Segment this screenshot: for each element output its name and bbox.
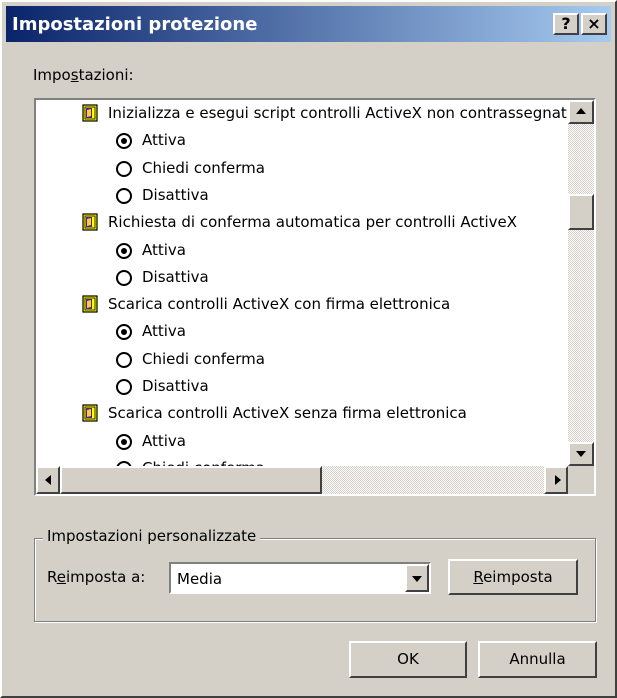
horizontal-scroll-thumb[interactable] xyxy=(60,466,322,494)
option-label: Attiva xyxy=(142,431,186,450)
option-label: Attiva xyxy=(142,240,186,259)
custom-settings-title: Impostazioni personalizzate xyxy=(43,527,261,545)
setting-label: Inizializza e esegui script controlli Ac… xyxy=(108,104,568,122)
cancel-button[interactable]: Annulla xyxy=(478,641,597,678)
security-setting-icon xyxy=(82,213,98,231)
scroll-right-button[interactable] xyxy=(544,466,568,494)
title-bar: Impostazioni protezione ? × xyxy=(6,6,611,42)
arrow-left-icon xyxy=(45,475,51,485)
reset-level-dropdown[interactable]: Media xyxy=(169,562,431,594)
setting-label: Richiesta di conferma automatica per con… xyxy=(108,213,518,232)
radio-dot xyxy=(121,329,127,336)
setting-label: Scarica controlli ActiveX senza firma el… xyxy=(108,404,467,423)
dropdown-button[interactable] xyxy=(405,564,429,592)
security-setting-icon xyxy=(82,295,98,313)
radio-unchecked-icon[interactable] xyxy=(116,379,132,395)
radio-unchecked-icon[interactable] xyxy=(116,269,132,286)
ok-button[interactable]: OK xyxy=(349,641,467,678)
settings-label: Impostazioni: xyxy=(33,66,134,84)
radio-dot xyxy=(121,247,127,254)
radio-unchecked-icon[interactable] xyxy=(116,351,132,368)
security-setting-icon xyxy=(82,104,98,122)
option-label: Chiedi conferma xyxy=(142,459,265,466)
option-label: Disattiva xyxy=(142,185,209,204)
radio-checked-icon[interactable] xyxy=(116,242,132,259)
arrow-right-icon xyxy=(555,475,561,485)
arrow-up-icon xyxy=(576,108,586,114)
scroll-left-button[interactable] xyxy=(36,466,60,494)
reset-to-label: Reimposta a: xyxy=(47,568,146,586)
chevron-down-icon xyxy=(412,576,422,582)
option-label: Attiva xyxy=(142,131,186,150)
close-button[interactable]: × xyxy=(581,13,607,35)
security-setting-icon xyxy=(82,404,98,422)
radio-checked-icon[interactable] xyxy=(116,133,132,150)
radio-checked-icon[interactable] xyxy=(116,433,132,450)
window-title: Impostazioni protezione xyxy=(12,14,258,35)
scroll-up-button[interactable] xyxy=(568,100,594,124)
radio-checked-icon[interactable] xyxy=(116,324,132,341)
option-label: Disattiva xyxy=(142,267,209,286)
scroll-down-button[interactable] xyxy=(568,442,594,466)
arrow-down-icon xyxy=(576,451,586,457)
settings-listbox[interactable]: Inizializza e esegui script controlli Ac… xyxy=(34,98,596,496)
horizontal-scrollbar[interactable] xyxy=(36,466,568,494)
option-label: Disattiva xyxy=(142,377,209,395)
help-button[interactable]: ? xyxy=(553,13,579,35)
scrollbar-corner xyxy=(568,466,594,494)
scroll-thumb[interactable] xyxy=(568,194,594,230)
option-label: Chiedi conferma xyxy=(142,158,265,177)
option-label: Attiva xyxy=(142,322,186,341)
radio-dot xyxy=(121,138,127,145)
reset-level-value: Media xyxy=(177,570,223,588)
radio-unchecked-icon[interactable] xyxy=(116,187,132,204)
settings-tree[interactable]: Inizializza e esegui script controlli Ac… xyxy=(36,100,568,466)
reset-button[interactable]: Reimposta xyxy=(448,559,578,595)
option-label: Chiedi conferma xyxy=(142,349,265,368)
radio-unchecked-icon[interactable] xyxy=(116,160,132,177)
setting-label: Scarica controlli ActiveX con firma elet… xyxy=(108,295,451,314)
vertical-scrollbar[interactable] xyxy=(568,100,594,466)
radio-dot xyxy=(121,438,127,445)
